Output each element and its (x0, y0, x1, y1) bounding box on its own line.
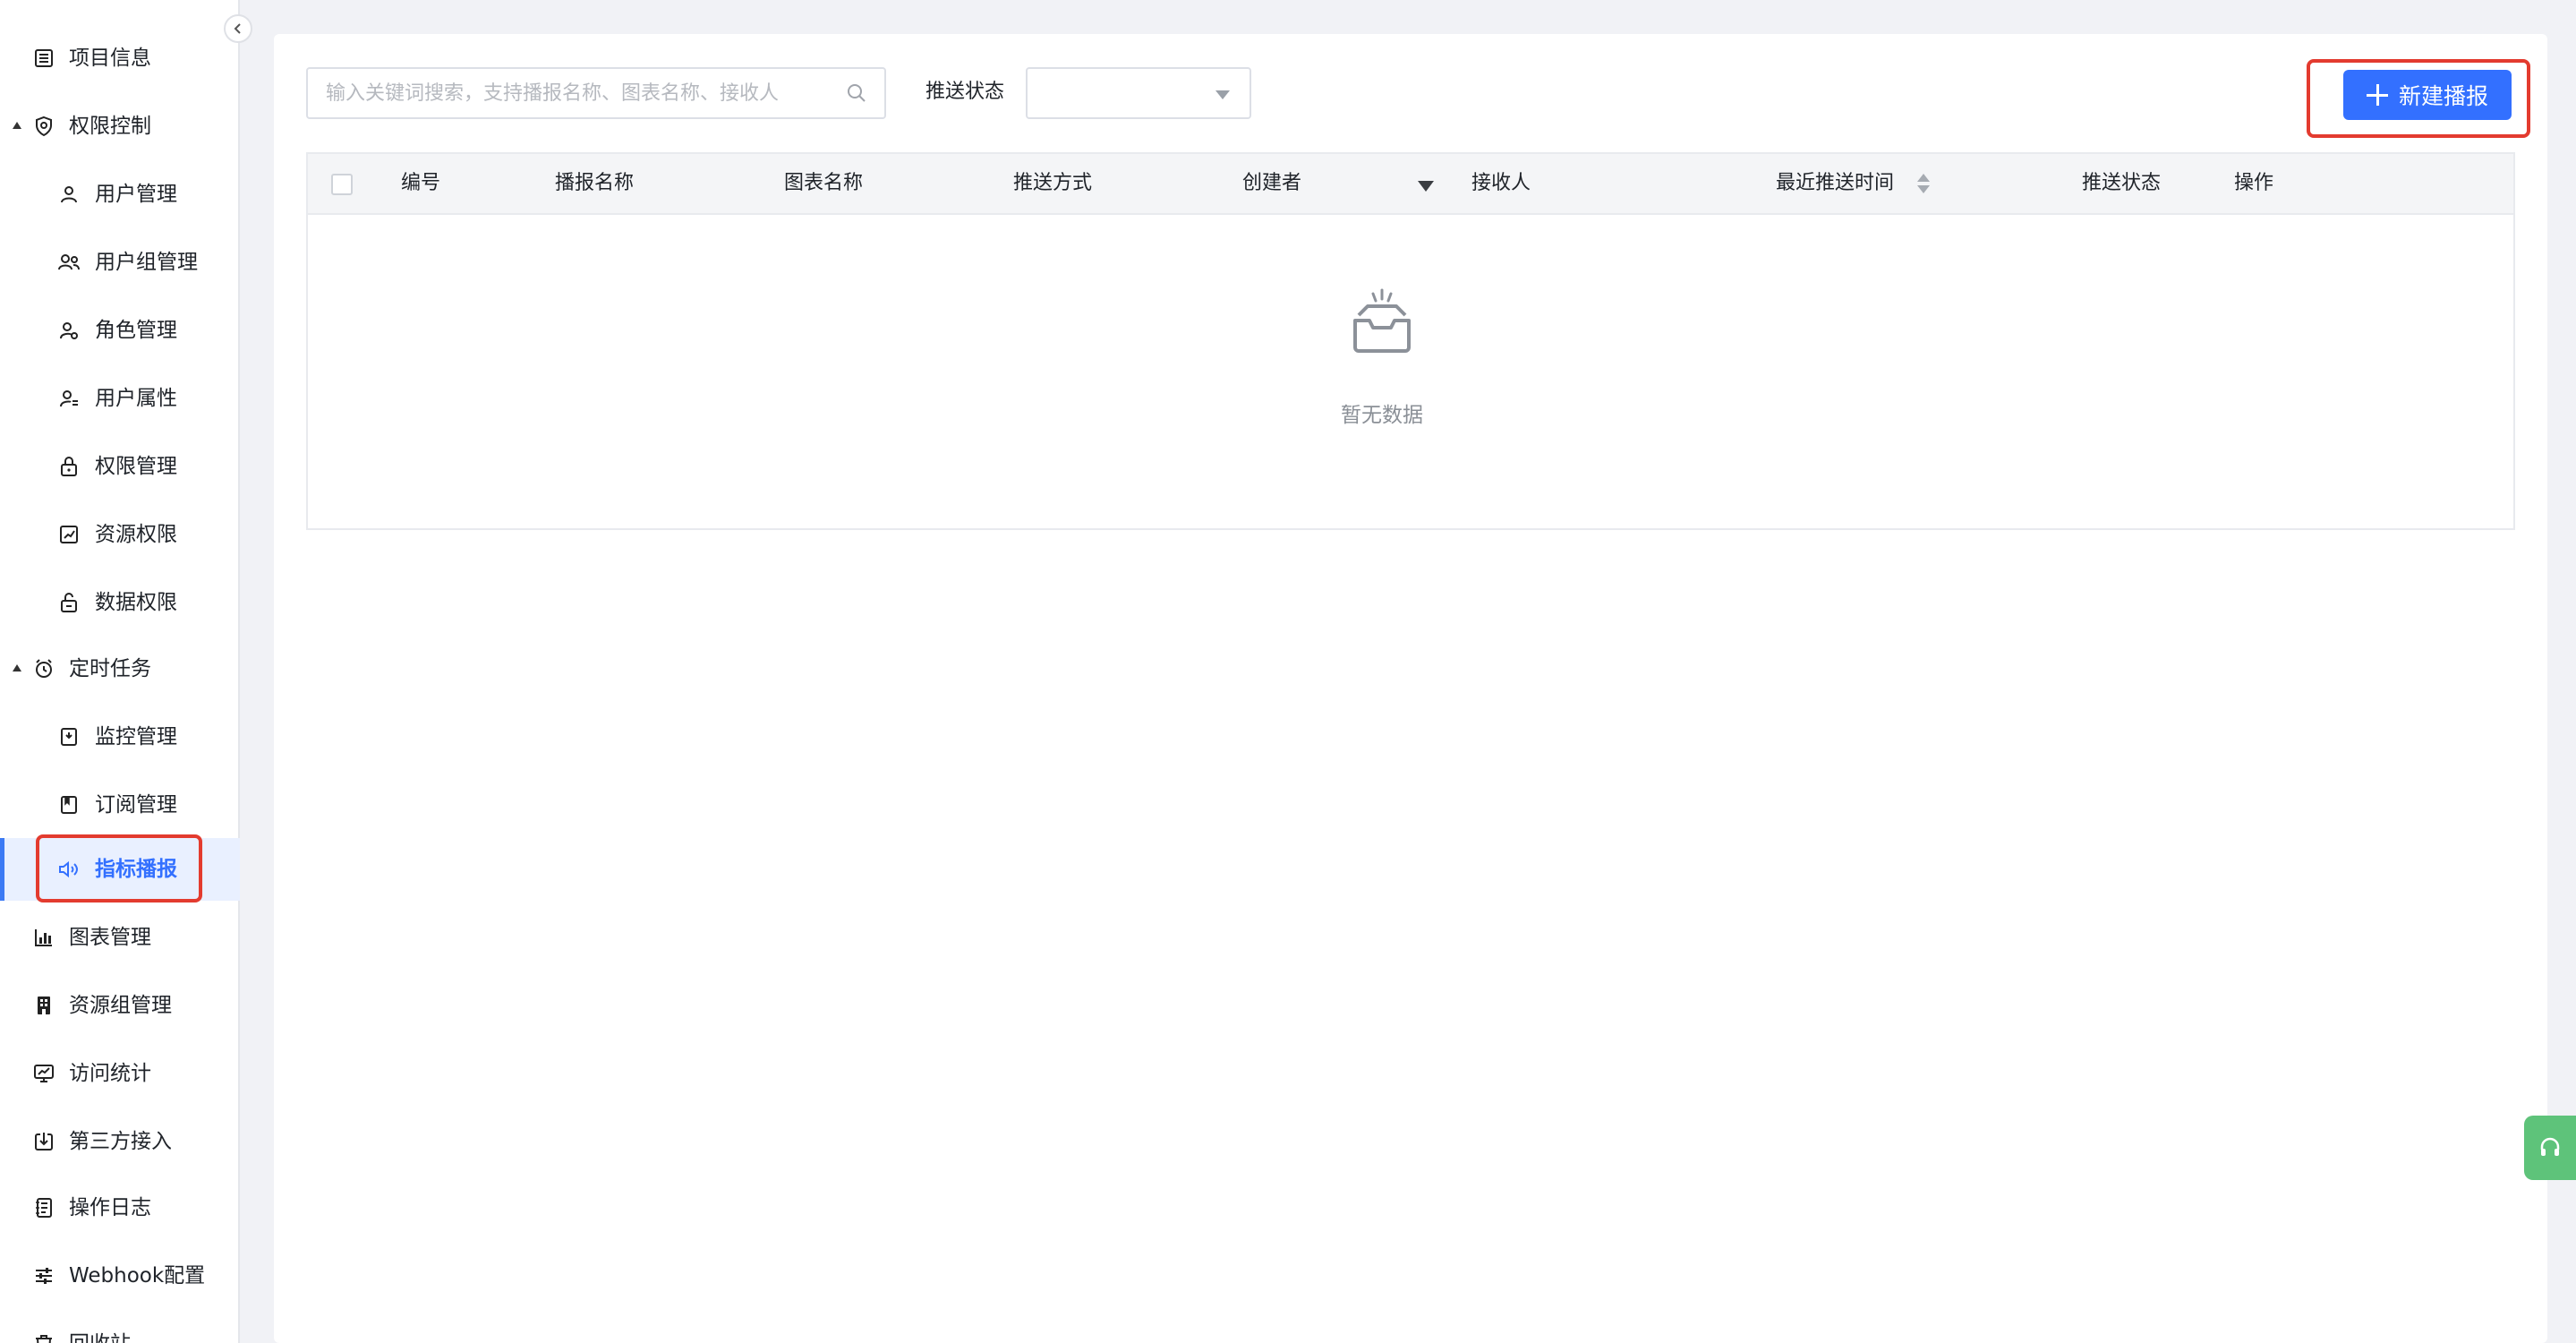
sidebar-item-label: 数据权限 (95, 591, 177, 614)
sidebar-item-label: 用户管理 (95, 183, 177, 206)
user-icon (55, 181, 82, 208)
sidebar-item-recycle-bin[interactable]: 回收站 (0, 1313, 240, 1343)
column-push-method: 推送方式 (1013, 172, 1093, 194)
sidebar-item-label: 资源权限 (95, 523, 177, 546)
sort-icon[interactable] (1917, 172, 1930, 197)
bar-chart-icon (30, 924, 57, 951)
sliders-icon (30, 1262, 57, 1289)
sidebar-item-data-permission[interactable]: 数据权限 (0, 571, 240, 634)
caret-up-icon (13, 664, 21, 672)
column-actions: 操作 (2234, 172, 2274, 194)
sidebar-item-label: 第三方接入 (69, 1130, 172, 1153)
column-broadcast-name: 播报名称 (555, 172, 635, 194)
sidebar-item-label: 订阅管理 (95, 793, 177, 817)
table-header: 编号 播报名称 图表名称 推送方式 创建者 接收人 最近推送时间 推送状态 操作 (308, 154, 2513, 215)
bookmark-icon (55, 791, 82, 818)
trash-icon (30, 1330, 57, 1343)
column-creator: 创建者 (1242, 172, 1302, 194)
sidebar-item-metric-broadcast[interactable]: 指标播报 (0, 838, 240, 901)
screen-chart-icon (30, 1060, 57, 1087)
sidebar-item-webhook[interactable]: Webhook配置 (0, 1245, 240, 1307)
resource-group-icon (30, 992, 57, 1019)
data-lock-icon (55, 589, 82, 616)
column-recipient: 接收人 (1471, 172, 1531, 194)
role-icon (55, 317, 82, 344)
main-content: 推送状态 新建播报 编号 播报名称 图表名称 推送方式 创建者 接收人 最近推送… (274, 34, 2547, 1343)
user-attribute-icon (55, 385, 82, 412)
column-push-status: 推送状态 (2082, 172, 2162, 194)
sidebar-item-resource-group[interactable]: 资源组管理 (0, 974, 240, 1037)
sidebar-item-label: 指标播报 (95, 858, 177, 881)
sidebar-item-user-group[interactable]: 用户组管理 (0, 231, 240, 294)
speaker-icon (55, 856, 82, 883)
user-group-icon (55, 249, 82, 276)
sidebar-item-project-info[interactable]: 项目信息 (0, 27, 240, 90)
caret-up-icon (13, 122, 21, 129)
customer-service-button[interactable] (2524, 1116, 2576, 1180)
column-chart-name: 图表名称 (784, 172, 864, 194)
sidebar-item-subscription-management[interactable]: 订阅管理 (0, 774, 240, 836)
download-icon (30, 1128, 57, 1155)
sidebar-item-role-management[interactable]: 角色管理 (0, 299, 240, 362)
monitor-icon (55, 723, 82, 750)
plus-icon (2366, 84, 2388, 106)
sidebar-item-permission-management[interactable]: 权限管理 (0, 435, 240, 498)
push-status-label: 推送状态 (925, 81, 1005, 103)
shield-icon (30, 113, 57, 140)
sidebar-item-label: 监控管理 (95, 725, 177, 748)
push-status-select[interactable] (1026, 67, 1251, 119)
sidebar-item-label: 访问统计 (69, 1062, 151, 1085)
sidebar-item-label: 用户属性 (95, 387, 177, 410)
sidebar-item-label: 图表管理 (69, 926, 151, 949)
sidebar-group-permission[interactable]: 权限控制 (0, 95, 240, 158)
new-broadcast-button-label: 新建播报 (2398, 83, 2488, 109)
sidebar-item-label: 项目信息 (69, 47, 151, 70)
list-icon (30, 45, 57, 72)
column-last-push-time: 最近推送时间 (1776, 172, 1895, 194)
sidebar-item-operation-log[interactable]: 操作日志 (0, 1176, 240, 1239)
headset-icon (2540, 1137, 2560, 1156)
sidebar-item-label: 回收站 (69, 1330, 131, 1343)
new-broadcast-button[interactable]: 新建播报 (2343, 70, 2512, 120)
chevron-down-icon (1215, 90, 1230, 99)
chevron-left-icon (234, 23, 241, 34)
sidebar-item-label: 操作日志 (69, 1196, 151, 1219)
filter-icon[interactable] (1418, 181, 1434, 192)
sidebar-item-label: 权限管理 (95, 455, 177, 478)
broadcast-table: 编号 播报名称 图表名称 推送方式 创建者 接收人 最近推送时间 推送状态 操作… (306, 152, 2515, 530)
resource-icon (55, 521, 82, 548)
lock-icon (55, 453, 82, 480)
search-field[interactable] (306, 67, 886, 119)
collapse-sidebar-button[interactable] (224, 14, 252, 43)
app-window: 项目信息 权限控制 用户管理 用户组管理 角色管理 用户属性 权限管理 资源权限… (0, 0, 2576, 1343)
sidebar-item-label: 用户组管理 (95, 251, 198, 274)
sidebar-item-user-attribute[interactable]: 用户属性 (0, 367, 240, 430)
sidebar-item-visit-stats[interactable]: 访问统计 (0, 1042, 240, 1105)
log-icon (30, 1194, 57, 1221)
alarm-clock-icon (30, 655, 57, 682)
search-input[interactable] (326, 69, 827, 117)
sidebar-item-resource-permission[interactable]: 资源权限 (0, 503, 240, 566)
search-icon[interactable] (845, 81, 868, 105)
sidebar-item-chart-management[interactable]: 图表管理 (0, 906, 240, 969)
sidebar-item-monitor-management[interactable]: 监控管理 (0, 706, 240, 768)
sidebar-item-label: Webhook配置 (69, 1264, 206, 1287)
empty-state-text: 暂无数据 (1341, 404, 1423, 427)
sidebar-item-label: 角色管理 (95, 319, 177, 342)
select-all-checkbox[interactable] (331, 174, 353, 195)
sidebar: 项目信息 权限控制 用户管理 用户组管理 角色管理 用户属性 权限管理 资源权限… (0, 0, 252, 1343)
column-id: 编号 (401, 172, 441, 194)
sidebar-item-third-party[interactable]: 第三方接入 (0, 1110, 240, 1173)
sidebar-item-label: 定时任务 (69, 657, 151, 680)
sidebar-item-user-management[interactable]: 用户管理 (0, 163, 240, 226)
sidebar-group-scheduled-task[interactable]: 定时任务 (0, 637, 240, 700)
sidebar-item-label: 权限控制 (69, 115, 151, 138)
sidebar-item-label: 资源组管理 (69, 994, 172, 1017)
empty-inbox-icon (1353, 288, 1411, 353)
